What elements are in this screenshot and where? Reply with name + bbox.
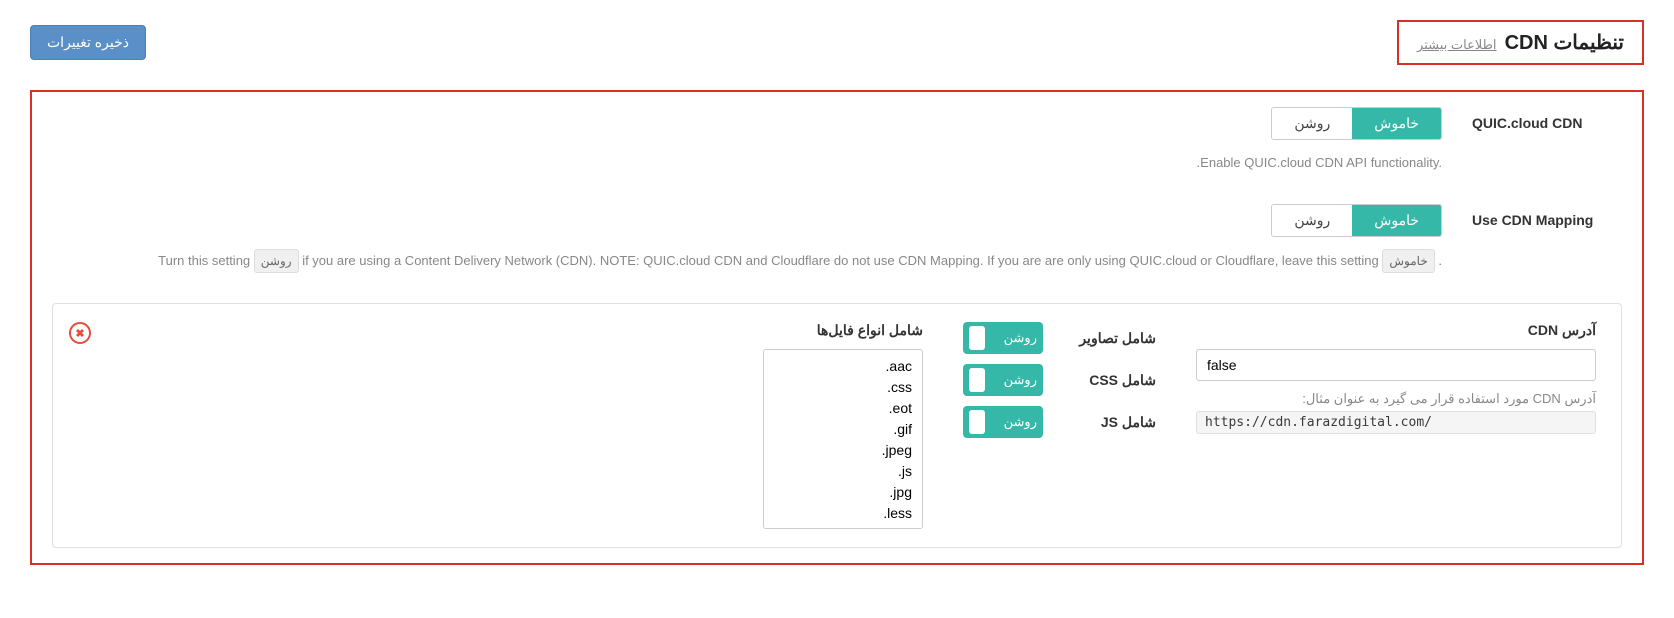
- toggle-on-button[interactable]: روشن: [1272, 108, 1352, 139]
- switch-on-label: روشن: [1004, 372, 1037, 388]
- toggle-quic-cloud: خاموش روشن: [1271, 107, 1442, 140]
- cdn-filetypes-column: شامل انواع فایل‌ها: [78, 322, 923, 529]
- setting-label-mapping: Use CDN Mapping: [1472, 204, 1622, 228]
- filetypes-label: شامل انواع فایل‌ها: [78, 322, 923, 339]
- cdn-url-column: آدرس CDN آدرس CDN مورد استفاده قرار می گ…: [1196, 322, 1596, 434]
- settings-panel: QUIC.cloud CDN خاموش روشن .Enable QUIC.c…: [30, 90, 1644, 565]
- cdn-url-label: آدرس CDN: [1196, 322, 1596, 339]
- switch-knob: [969, 368, 985, 392]
- cdn-includes-column: شامل تصاویر روشن شامل CSS روشن شامل JS: [963, 322, 1156, 448]
- setting-label-quic: QUIC.cloud CDN: [1472, 107, 1622, 131]
- switch-knob: [969, 410, 985, 434]
- more-info-link[interactable]: اطلاعات بیشتر: [1417, 37, 1497, 53]
- include-images-label: شامل تصاویر: [1061, 330, 1156, 347]
- switch-on-label: روشن: [1004, 414, 1037, 430]
- page-title: تنظیمات CDN: [1505, 30, 1624, 55]
- inline-tag-off: خاموش: [1382, 249, 1434, 273]
- hint-cdn-mapping: Turn this setting روشن if you are using …: [52, 249, 1442, 273]
- cdn-url-example: https://cdn.farazdigital.com/: [1196, 411, 1596, 434]
- toggle-on-button[interactable]: روشن: [1272, 205, 1352, 236]
- setting-quic-cloud: QUIC.cloud CDN خاموش روشن .Enable QUIC.c…: [52, 107, 1622, 174]
- toggle-off-button[interactable]: خاموش: [1352, 205, 1441, 236]
- include-js-label: شامل JS: [1061, 414, 1156, 431]
- switch-on-label: روشن: [1004, 330, 1037, 346]
- include-images-switch[interactable]: روشن: [963, 322, 1043, 354]
- save-button[interactable]: ذخیره تغییرات: [30, 25, 146, 60]
- hint-quic-cloud: .Enable QUIC.cloud CDN API functionality…: [52, 152, 1442, 174]
- toggle-cdn-mapping: خاموش روشن: [1271, 204, 1442, 237]
- include-css-switch[interactable]: روشن: [963, 364, 1043, 396]
- toggle-off-button[interactable]: خاموش: [1352, 108, 1441, 139]
- remove-icon[interactable]: [73, 322, 91, 340]
- inline-tag-on: روشن: [254, 249, 299, 273]
- include-css-label: شامل CSS: [1061, 372, 1156, 389]
- cdn-url-hint: آدرس CDN مورد استفاده قرار می گیرد به عن…: [1196, 391, 1596, 407]
- include-js-switch[interactable]: روشن: [963, 406, 1043, 438]
- cdn-url-input[interactable]: [1196, 349, 1596, 381]
- page-title-container: تنظیمات CDN اطلاعات بیشتر: [1397, 20, 1644, 65]
- setting-cdn-mapping: Use CDN Mapping خاموش روشن Turn this set…: [52, 204, 1622, 273]
- filetypes-textarea[interactable]: [763, 349, 923, 529]
- switch-knob: [969, 326, 985, 350]
- cdn-mapping-entry: آدرس CDN آدرس CDN مورد استفاده قرار می گ…: [52, 303, 1622, 548]
